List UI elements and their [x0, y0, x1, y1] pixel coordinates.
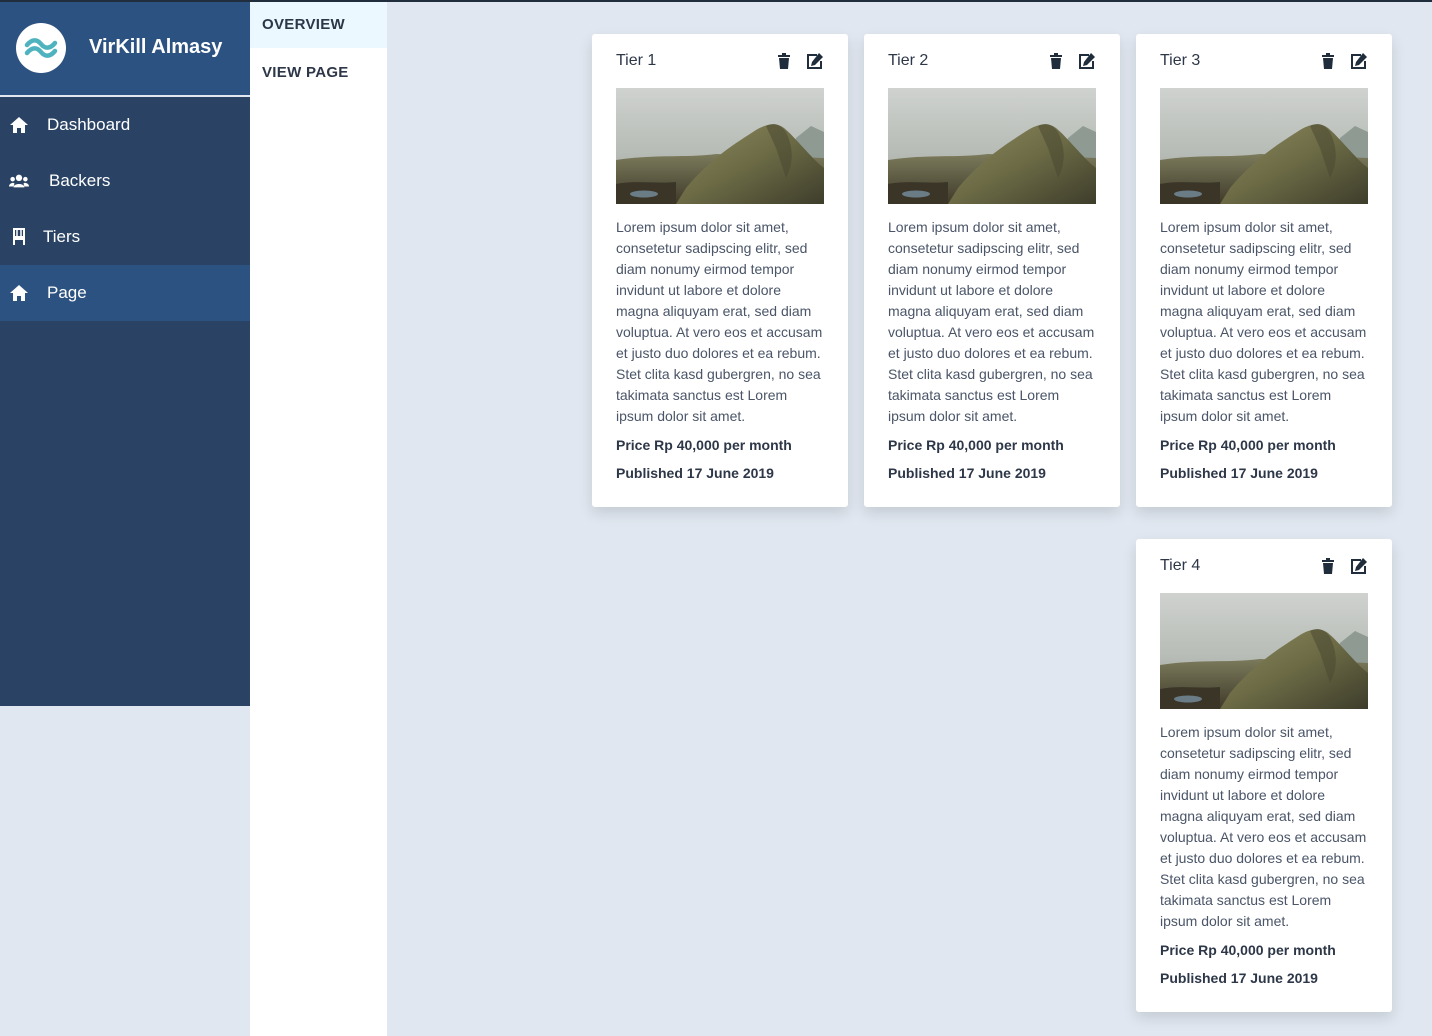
tier-description: Lorem ipsum dolor sit amet, consetetur s…: [1160, 724, 1367, 929]
sidebar-item-backers[interactable]: Backers: [0, 153, 250, 209]
chair-icon: [9, 227, 29, 247]
trash-icon[interactable]: [1047, 52, 1065, 70]
tier-description: Lorem ipsum dolor sit amet, consetetur s…: [888, 219, 1095, 424]
tier-price: Price Rp 40,000 per month: [1160, 942, 1336, 958]
tier-price: Price Rp 40,000 per month: [888, 437, 1064, 453]
tier-card: Tier 2 Lorem ipsum dolor sit amet, conse…: [864, 34, 1120, 507]
sidebar-item-label: Backers: [49, 171, 111, 190]
trash-icon[interactable]: [1319, 557, 1337, 575]
tier-image: [616, 88, 824, 204]
tier-image: [1160, 88, 1368, 204]
tier-title: Tier 3: [1160, 52, 1201, 69]
tier-card: Tier 4 Lorem ipsum dolor sit amet, conse…: [1136, 539, 1392, 1012]
tier-title: Tier 2: [888, 52, 929, 69]
edit-icon[interactable]: [1350, 52, 1368, 70]
sidebar: VirKill Almasy Dashboard Backers Tiers P…: [0, 0, 250, 706]
trash-icon[interactable]: [775, 52, 793, 70]
trash-icon[interactable]: [1319, 52, 1337, 70]
tier-card: Tier 3 Lorem ipsum dolor sit amet, conse…: [1136, 34, 1392, 507]
edit-icon[interactable]: [1350, 557, 1368, 575]
tier-title: Tier 1: [616, 52, 657, 69]
tier-published: Published 17 June 2019: [1160, 970, 1318, 986]
sub-navigation: OVERVIEW VIEW PAGE: [250, 0, 387, 1036]
home-icon: [9, 115, 29, 135]
sidebar-item-dashboard[interactable]: Dashboard: [0, 97, 250, 153]
tier-card: Tier 1 Lorem ipsum dolor sit amet, conse…: [592, 34, 848, 507]
brand-header: VirKill Almasy: [0, 0, 250, 97]
sidebar-item-label: Page: [47, 283, 87, 302]
wave-logo-icon[interactable]: [16, 22, 66, 73]
tier-published: Published 17 June 2019: [888, 465, 1046, 481]
tab-view-page[interactable]: VIEW PAGE: [250, 48, 387, 96]
sidebar-item-label: Tiers: [43, 227, 81, 246]
sidebar-item-label: Dashboard: [47, 115, 131, 134]
brand-name[interactable]: VirKill Almasy: [89, 36, 222, 59]
tab-overview[interactable]: OVERVIEW: [250, 0, 387, 48]
sidebar-item-page[interactable]: Page: [0, 265, 250, 321]
tier-description: Lorem ipsum dolor sit amet, consetetur s…: [1160, 219, 1367, 424]
tier-description: Lorem ipsum dolor sit amet, consetetur s…: [616, 219, 823, 424]
tier-image: [1160, 593, 1368, 709]
sidebar-item-tiers[interactable]: Tiers: [0, 209, 250, 265]
tier-title: Tier 4: [1160, 557, 1201, 574]
top-border: [0, 0, 1432, 2]
tier-image: [888, 88, 1096, 204]
edit-icon[interactable]: [1078, 52, 1096, 70]
users-icon: [9, 171, 29, 191]
tier-published: Published 17 June 2019: [616, 465, 774, 481]
tier-price: Price Rp 40,000 per month: [616, 437, 792, 453]
edit-icon[interactable]: [806, 52, 824, 70]
tier-published: Published 17 June 2019: [1160, 465, 1318, 481]
home-icon: [9, 283, 29, 303]
tier-price: Price Rp 40,000 per month: [1160, 437, 1336, 453]
